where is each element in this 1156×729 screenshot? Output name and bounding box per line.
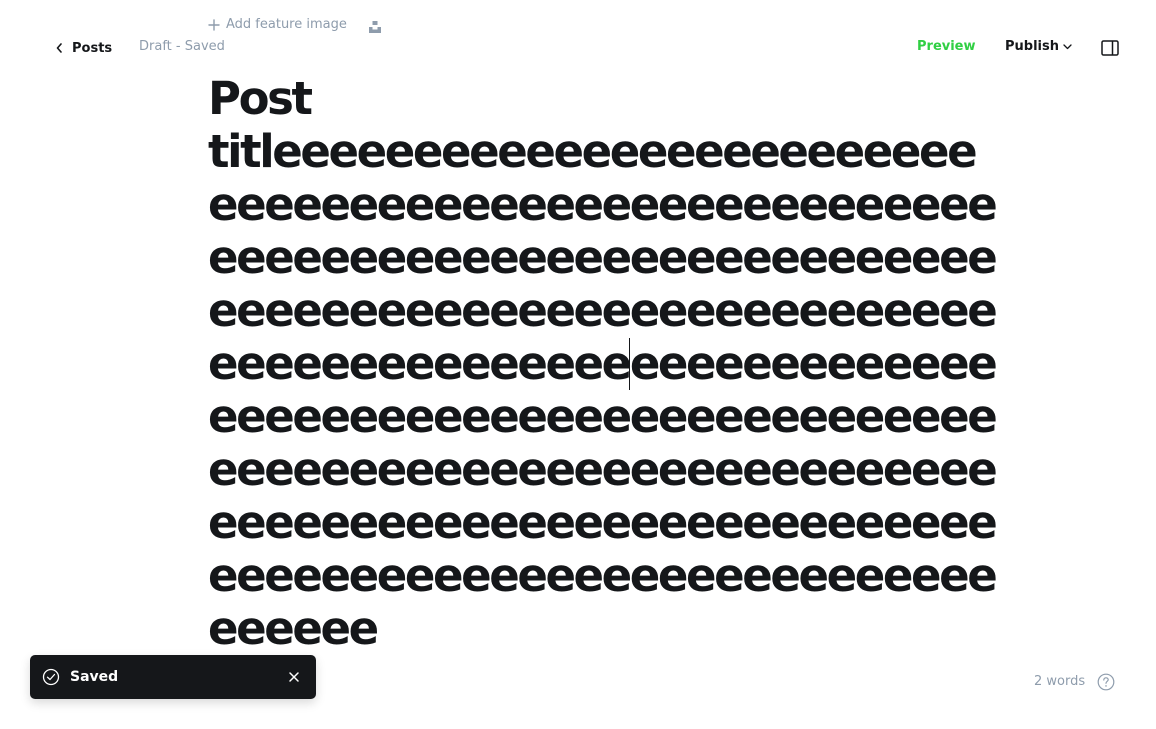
post-title-line: eeeeeeeeeeeeeeeeeeeeeeeeeeee <box>208 231 998 284</box>
post-title-line: eeeeeeeeeeeeeeeeeeeeeeeeeeee <box>208 443 998 496</box>
plus-icon <box>208 18 220 31</box>
unsplash-icon[interactable] <box>368 20 382 34</box>
editor-area: Post titleeeeeeeeeeeeeeeeeeeeeeeee eeeeeee… <box>208 72 998 655</box>
post-title-line: eeeeeeeeeeeeeeeeeeeeeeeeeeee <box>208 284 998 337</box>
post-title-text: eeeeeeeeeeeeeee <box>208 337 632 390</box>
saved-toast: Saved <box>30 655 316 699</box>
add-feature-image-button[interactable]: Add feature image <box>208 17 347 32</box>
back-link-label: Posts <box>72 40 113 56</box>
word-count: 2 words <box>1034 674 1086 689</box>
post-title-line: eeeeeeeeeeeeeeeeeeeeeeeeeeee <box>208 496 998 549</box>
post-title-input[interactable]: Post titleeeeeeeeeeeeeeeeeeeeeeeee eeeeeee… <box>208 72 998 655</box>
post-title-line: eeeeeeeeeeeeeeeeeeeeeeeeeeee <box>208 549 998 602</box>
chevron-left-icon <box>56 43 62 53</box>
publish-button[interactable]: Publish <box>1005 39 1072 54</box>
toast-message: Saved <box>70 669 119 685</box>
post-title-line: eeeeeeeeeeeeeeeeeeeeeeeeeeee <box>208 178 998 231</box>
close-icon[interactable] <box>288 671 300 683</box>
chevron-down-icon <box>1063 43 1072 49</box>
publish-label: Publish <box>1005 39 1059 54</box>
preview-button[interactable]: Preview <box>917 39 976 54</box>
post-title-text: eeeeeeeeeeeee <box>629 337 998 390</box>
back-to-posts-link[interactable]: Posts <box>56 38 112 58</box>
add-feature-image-label: Add feature image <box>226 17 347 32</box>
post-title-line: eeeeeeeeeeeeeeeeeeeeeeeeeeee <box>208 337 998 390</box>
sidebar-toggle-icon[interactable] <box>1101 40 1119 56</box>
post-title-line: eeeeee <box>208 602 379 655</box>
post-status: Draft - Saved <box>139 39 225 54</box>
check-circle-icon <box>42 668 60 686</box>
post-title-line: Post <box>208 72 313 125</box>
post-title-line: eeeeeeeeeeeeeeeeeeeeeeeeeeee <box>208 390 998 443</box>
help-circle-icon[interactable] <box>1097 673 1115 691</box>
post-title-line: titleeeeeeeeeeeeeeeeeeeeeeeee <box>208 125 978 178</box>
